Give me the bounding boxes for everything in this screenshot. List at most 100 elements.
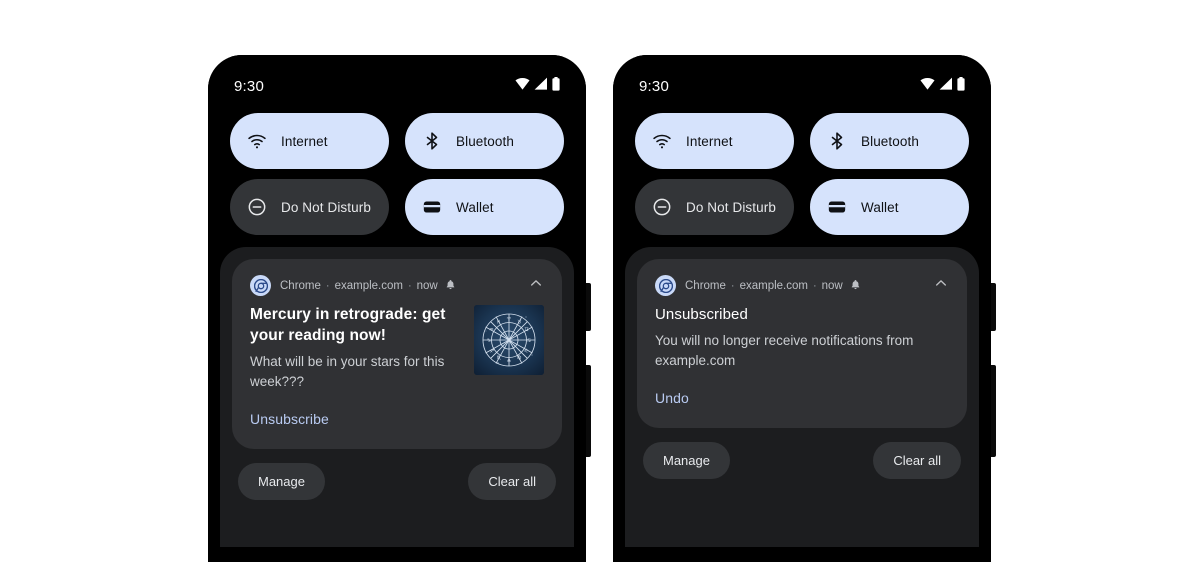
wifi-icon [247, 131, 267, 151]
svg-text:♑: ♑ [487, 338, 491, 344]
notification-title: Unsubscribed [655, 306, 748, 323]
phone-mockup-after: 9:30 Internet Bluetooth Do Not Disturb W… [613, 55, 996, 562]
svg-text:♏: ♏ [497, 355, 502, 361]
quick-settings-row-1: Internet Bluetooth [230, 113, 564, 169]
svg-text:♒: ♒ [489, 327, 494, 333]
bell-icon [850, 279, 861, 293]
qs-tile-label: Internet [281, 133, 328, 149]
battery-icon [552, 76, 560, 96]
notification-shade: Chrome · example.com · now [220, 247, 574, 547]
chrome-app-icon [250, 275, 271, 296]
status-bar-clock: 9:30 [639, 77, 669, 95]
bluetooth-icon [422, 131, 442, 151]
wifi-icon [652, 131, 672, 151]
notification-time: now [416, 279, 438, 292]
notification-card[interactable]: Chrome · example.com · now [637, 259, 967, 429]
notification-app-name: Chrome [685, 279, 726, 292]
zodiac-wheel-image: ♈ ♉ ♊ ♋ ♌ ♍ ♎ ♏ ♐ ♑ ♒ ♓ [474, 305, 544, 375]
manage-button[interactable]: Manage [643, 442, 730, 480]
do-not-disturb-icon [652, 197, 672, 217]
notification-meta: Chrome · example.com · now [280, 279, 519, 293]
power-button[interactable] [991, 283, 996, 331]
svg-text:♍: ♍ [517, 355, 522, 361]
meta-separator: · [812, 279, 817, 292]
qs-tile-label: Do Not Disturb [281, 199, 371, 215]
svg-text:♉: ♉ [517, 320, 522, 326]
notification-title: Mercury in retrograde: get your reading … [250, 306, 446, 344]
meta-separator: · [325, 279, 330, 292]
bluetooth-icon [827, 131, 847, 151]
notification-action-unsubscribe[interactable]: Unsubscribe [250, 411, 329, 427]
manage-button[interactable]: Manage [238, 463, 325, 501]
svg-text:♎: ♎ [507, 358, 512, 364]
signal-icon [939, 77, 953, 95]
svg-text:♓: ♓ [496, 320, 500, 326]
qs-tile-bluetooth[interactable]: Bluetooth [405, 113, 564, 169]
shade-action-row: Manage Clear all [232, 449, 562, 501]
notification-subtext: You will no longer receive notifications… [655, 332, 914, 368]
notification-card[interactable]: Chrome · example.com · now [232, 259, 562, 450]
qs-tile-bluetooth[interactable]: Bluetooth [810, 113, 969, 169]
phone-mockup-before: 9:30 Internet Bluetooth Do Not Disturb W… [208, 55, 591, 562]
svg-text:♐: ♐ [490, 349, 494, 355]
do-not-disturb-icon [247, 197, 267, 217]
volume-button[interactable] [586, 365, 591, 457]
power-button[interactable] [586, 283, 591, 331]
notification-text-block: Mercury in retrograde: get your reading … [250, 305, 460, 391]
qs-tile-do-not-disturb[interactable]: Do Not Disturb [230, 179, 389, 235]
chevron-up-icon[interactable] [933, 275, 949, 296]
svg-text:♈: ♈ [507, 317, 512, 323]
wallet-icon [827, 197, 847, 217]
meta-separator: · [730, 279, 735, 292]
battery-icon [957, 76, 965, 96]
notification-meta: Chrome · example.com · now [685, 279, 924, 293]
phone-screen-before: 9:30 Internet Bluetooth Do Not Disturb W… [208, 55, 586, 562]
qs-tile-label: Bluetooth [861, 133, 919, 149]
qs-tile-internet[interactable]: Internet [230, 113, 389, 169]
chrome-app-icon [655, 275, 676, 296]
notification-time: now [821, 279, 843, 292]
qs-tile-label: Bluetooth [456, 133, 514, 149]
bell-icon [445, 279, 456, 293]
svg-text:♌: ♌ [524, 349, 528, 355]
notification-source: example.com [334, 279, 403, 292]
notification-header: Chrome · example.com · now [655, 275, 949, 296]
qs-tile-label: Internet [686, 133, 733, 149]
status-bar: 9:30 [208, 55, 586, 107]
qs-tile-internet[interactable]: Internet [635, 113, 794, 169]
clear-all-button[interactable]: Clear all [873, 442, 961, 480]
quick-settings-panel: Internet Bluetooth Do Not Disturb Wallet [613, 107, 991, 235]
notification-shade: Chrome · example.com · now [625, 247, 979, 547]
volume-button[interactable] [991, 365, 996, 457]
notification-app-name: Chrome [280, 279, 321, 292]
status-bar-icons [920, 76, 965, 96]
qs-tile-wallet[interactable]: Wallet [810, 179, 969, 235]
shade-action-row: Manage Clear all [637, 428, 967, 480]
wifi-icon [515, 77, 530, 95]
meta-separator: · [407, 279, 412, 292]
status-bar: 9:30 [613, 55, 991, 107]
wifi-icon [920, 77, 935, 95]
notification-body: Unsubscribed You will no longer receive … [655, 305, 949, 370]
notification-action-undo[interactable]: Undo [655, 390, 689, 406]
qs-tile-do-not-disturb[interactable]: Do Not Disturb [635, 179, 794, 235]
qs-tile-wallet[interactable]: Wallet [405, 179, 564, 235]
clear-all-button[interactable]: Clear all [468, 463, 556, 501]
chevron-up-icon[interactable] [528, 275, 544, 296]
quick-settings-panel: Internet Bluetooth Do Not Disturb Wallet [208, 107, 586, 235]
quick-settings-row-1: Internet Bluetooth [635, 113, 969, 169]
signal-icon [534, 77, 548, 95]
qs-tile-label: Wallet [861, 199, 899, 215]
notification-header: Chrome · example.com · now [250, 275, 544, 296]
svg-text:♋: ♋ [527, 338, 531, 344]
phone-screen-after: 9:30 Internet Bluetooth Do Not Disturb W… [613, 55, 991, 562]
status-bar-clock: 9:30 [234, 77, 264, 95]
status-bar-icons [515, 76, 560, 96]
wallet-icon [422, 197, 442, 217]
quick-settings-row-2: Do Not Disturb Wallet [635, 179, 969, 235]
notification-source: example.com [739, 279, 808, 292]
qs-tile-label: Wallet [456, 199, 494, 215]
qs-tile-label: Do Not Disturb [686, 199, 776, 215]
quick-settings-row-2: Do Not Disturb Wallet [230, 179, 564, 235]
svg-text:♊: ♊ [524, 327, 529, 333]
